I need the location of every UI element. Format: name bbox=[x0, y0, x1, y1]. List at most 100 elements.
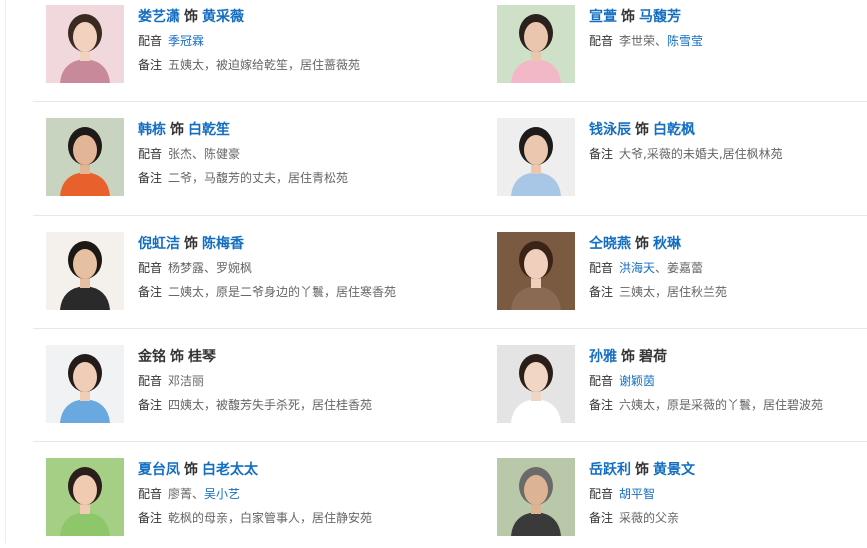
cast-card: 夏台凤饰白老太太 配音 廖菁、吴小艺 备注 乾枫的母亲，白家管事人，居住静安苑 bbox=[46, 458, 446, 548]
plays-label: 饰 bbox=[184, 9, 198, 25]
role-name-link[interactable]: 陈梅香 bbox=[202, 236, 244, 252]
role-name-link[interactable]: 黄景文 bbox=[653, 462, 695, 478]
note-value: 采薇的父亲 bbox=[619, 511, 680, 525]
actor-name-link[interactable]: 孙雅 bbox=[589, 349, 617, 365]
note-value: 四姨太，被馥芳失手杀死，居住桂香苑 bbox=[168, 398, 373, 412]
cast-info: 娄艺潇饰黄采薇 配音 季冠霖 备注 五姨太，被迫嫁给乾笙，居住蔷薇苑 bbox=[138, 5, 438, 77]
note-line: 备注 采薇的父亲 bbox=[589, 506, 867, 530]
cast-name-line: 夏台凤饰白老太太 bbox=[138, 458, 438, 482]
role-name-link[interactable]: 白乾枫 bbox=[653, 122, 695, 138]
cast-name-line: 仝晓燕饰秋琳 bbox=[589, 232, 867, 256]
dub-line: 配音 廖菁、吴小艺 bbox=[138, 482, 438, 506]
note-line: 备注 大爷,采薇的未婚夫,居住枫林苑 bbox=[589, 142, 867, 166]
row-divider bbox=[33, 441, 867, 442]
note-label: 备注 bbox=[589, 511, 614, 525]
plays-label: 饰 bbox=[170, 349, 184, 365]
dub-value: 廖菁、吴小艺 bbox=[168, 487, 240, 501]
voice-actor-link[interactable]: 谢颖茵 bbox=[619, 374, 655, 388]
cast-card: 岳跃利饰黄景文 配音 胡平智 备注 采薇的父亲 bbox=[497, 458, 867, 548]
voice-actor-link[interactable]: 陈雪莹 bbox=[667, 34, 703, 48]
plays-label: 饰 bbox=[621, 9, 635, 25]
dub-label: 配音 bbox=[589, 261, 614, 275]
actor-name-link[interactable]: 岳跃利 bbox=[589, 462, 631, 478]
actor-name-link[interactable]: 宣萱 bbox=[589, 9, 617, 25]
cast-card: 钱泳辰饰白乾枫备注 大爷,采薇的未婚夫,居住枫林苑 bbox=[497, 118, 867, 208]
cast-card: 金铭饰桂琴配音 邓洁丽备注 四姨太，被馥芳失手杀死，居住桂香苑 bbox=[46, 345, 446, 435]
actor-photo[interactable] bbox=[46, 458, 124, 536]
voice-actor-name: 罗婉枫 bbox=[216, 261, 253, 275]
dub-label: 配音 bbox=[138, 487, 163, 501]
actor-photo[interactable] bbox=[46, 5, 124, 83]
voice-actor-name: 廖菁 bbox=[168, 487, 193, 501]
dub-line: 配音 邓洁丽 bbox=[138, 369, 438, 393]
note-value: 六姨太，原是采薇的丫鬟，居住碧波苑 bbox=[619, 398, 824, 412]
note-value: 二爷，马馥芳的丈夫，居住青松苑 bbox=[168, 171, 349, 185]
separator: 、 bbox=[192, 487, 205, 501]
actor-photo[interactable] bbox=[46, 232, 124, 310]
note-value: 大爷,采薇的未婚夫,居住枫林苑 bbox=[619, 147, 783, 161]
note-label: 备注 bbox=[138, 58, 163, 72]
voice-actor-link[interactable]: 季冠霖 bbox=[168, 34, 204, 48]
role-name-link[interactable]: 黄采薇 bbox=[202, 9, 244, 25]
cast-card: 娄艺潇饰黄采薇 配音 季冠霖 备注 五姨太，被迫嫁给乾笙，居住蔷薇苑 bbox=[46, 5, 446, 95]
voice-actor-link[interactable]: 洪海天 bbox=[619, 261, 655, 275]
role-name: 桂琴 bbox=[188, 349, 216, 365]
dub-line: 配音 李世荣、陈雪莹 bbox=[589, 29, 867, 53]
note-label: 备注 bbox=[138, 171, 163, 185]
actor-photo[interactable] bbox=[497, 345, 575, 423]
actor-photo[interactable] bbox=[46, 118, 124, 196]
dub-label: 配音 bbox=[138, 34, 163, 48]
dub-label: 配音 bbox=[138, 261, 163, 275]
separator: 、 bbox=[204, 261, 217, 275]
actor-name-link[interactable]: 仝晓燕 bbox=[589, 236, 631, 252]
voice-actor-link[interactable]: 吴小艺 bbox=[204, 487, 240, 501]
cast-name-line: 宣萱饰马馥芳 bbox=[589, 5, 867, 29]
plays-label: 饰 bbox=[635, 122, 649, 138]
cast-name-line: 娄艺潇饰黄采薇 bbox=[138, 5, 438, 29]
note-value: 三姨太，居住秋兰苑 bbox=[619, 285, 728, 299]
dub-value: 邓洁丽 bbox=[168, 374, 204, 388]
cast-name-line: 倪虹洁饰陈梅香 bbox=[138, 232, 438, 256]
role-name-link[interactable]: 白老太太 bbox=[202, 462, 258, 478]
cast-info: 韩栋饰白乾笙 配音 张杰、陈健豪 备注 二爷，马馥芳的丈夫，居住青松苑 bbox=[138, 118, 438, 190]
note-line: 备注 五姨太，被迫嫁给乾笙，居住蔷薇苑 bbox=[138, 53, 438, 77]
cast-card: 倪虹洁饰陈梅香 配音 杨梦露、罗婉枫 备注 二姨太，原是二爷身边的丫鬟，居住寒香苑 bbox=[46, 232, 446, 322]
voice-actor-name: 邓洁丽 bbox=[168, 374, 205, 388]
dub-value: 张杰、陈健豪 bbox=[168, 147, 240, 161]
row-divider bbox=[33, 101, 867, 102]
role-name-link[interactable]: 马馥芳 bbox=[639, 9, 681, 25]
dub-line: 配音 季冠霖 bbox=[138, 29, 438, 53]
actor-name-link[interactable]: 夏台凤 bbox=[138, 462, 180, 478]
actor-photo[interactable] bbox=[497, 5, 575, 83]
cast-name-line: 岳跃利饰黄景文 bbox=[589, 458, 867, 482]
actor-photo[interactable] bbox=[497, 458, 575, 536]
cast-info: 仝晓燕饰秋琳 配音 洪海天、姜嘉蕾 备注 三姨太，居住秋兰苑 bbox=[589, 232, 867, 304]
actor-name: 金铭 bbox=[138, 349, 166, 365]
cast-info: 孙雅饰碧荷 配音 谢颖茵 备注 六姨太，原是采薇的丫鬟，居住碧波苑 bbox=[589, 345, 867, 417]
page-left-rule bbox=[5, 0, 6, 543]
role-name-link[interactable]: 白乾笙 bbox=[188, 122, 230, 138]
actor-photo[interactable] bbox=[46, 345, 124, 423]
voice-actor-link[interactable]: 胡平智 bbox=[619, 487, 655, 501]
role-name-link[interactable]: 秋琳 bbox=[653, 236, 681, 252]
actor-name-link[interactable]: 娄艺潇 bbox=[138, 9, 180, 25]
plays-label: 饰 bbox=[170, 122, 184, 138]
cast-info: 岳跃利饰黄景文 配音 胡平智 备注 采薇的父亲 bbox=[589, 458, 867, 530]
dub-value: 季冠霖 bbox=[168, 34, 204, 48]
note-label: 备注 bbox=[138, 398, 163, 412]
voice-actor-name: 张杰 bbox=[168, 147, 193, 161]
separator: 、 bbox=[192, 147, 205, 161]
actor-name-link[interactable]: 倪虹洁 bbox=[138, 236, 180, 252]
dub-line: 配音 杨梦露、罗婉枫 bbox=[138, 256, 438, 280]
note-line: 备注 乾枫的母亲，白家管事人，居住静安苑 bbox=[138, 506, 438, 530]
note-label: 备注 bbox=[138, 511, 163, 525]
cast-info: 宣萱饰马馥芳 配音 李世荣、陈雪莹 bbox=[589, 5, 867, 53]
note-line: 备注 二爷，马馥芳的丈夫，居住青松苑 bbox=[138, 166, 438, 190]
actor-name-link[interactable]: 钱泳辰 bbox=[589, 122, 631, 138]
role-name: 碧荷 bbox=[639, 349, 667, 365]
cast-info: 钱泳辰饰白乾枫备注 大爷,采薇的未婚夫,居住枫林苑 bbox=[589, 118, 867, 166]
actor-photo[interactable] bbox=[497, 232, 575, 310]
actor-name-link[interactable]: 韩栋 bbox=[138, 122, 166, 138]
actor-photo[interactable] bbox=[497, 118, 575, 196]
voice-actor-name: 李世荣 bbox=[619, 34, 656, 48]
